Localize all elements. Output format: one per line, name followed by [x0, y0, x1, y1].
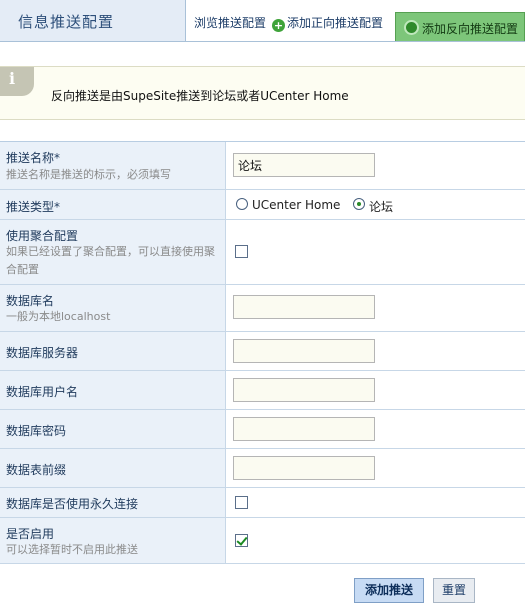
enabled-checkbox[interactable] [235, 534, 248, 547]
info-icon: i [0, 67, 34, 96]
tab-add-forward-label: 添加正向推送配置 [287, 16, 384, 30]
radio-ucenter-home-label: UCenter Home [252, 198, 341, 212]
row-use-aggregate: 使用聚合配置 如果已经设置了聚合配置，可以直接使用聚合配置 [0, 220, 525, 285]
tab-add-reverse-label: 添加反向推送配置 [422, 22, 519, 36]
input-cell: UCenter Home 论坛 [226, 190, 525, 219]
label-cell: 数据库服务器 [0, 332, 226, 370]
table-prefix-label: 数据表前缀 [6, 463, 67, 477]
label-cell: 数据库密码 [0, 410, 226, 448]
input-cell [226, 285, 525, 331]
header-title-box: 信息推送配置 [0, 0, 186, 41]
db-password-label: 数据库密码 [6, 424, 67, 438]
db-name-input[interactable] [233, 295, 375, 319]
label-cell: 数据表前缀 [0, 449, 226, 487]
input-cell [226, 332, 525, 370]
row-db-name: 数据库名 一般为本地localhost [0, 285, 525, 332]
tab-browse-config[interactable]: 浏览推送配置 [194, 14, 266, 31]
db-user-label: 数据库用户名 [6, 385, 79, 399]
push-name-input[interactable] [233, 153, 375, 177]
enabled-desc: 可以选择暂时不启用此推送 [6, 543, 138, 556]
reset-button[interactable]: 重置 [433, 578, 475, 603]
row-db-server: 数据库服务器 [0, 332, 525, 371]
input-cell [226, 142, 525, 189]
tab-add-reverse-config[interactable]: 添加反向推送配置 [395, 12, 525, 41]
page-header: 信息推送配置 浏览推送配置 + 添加正向推送配置 添加反向推送配置 [0, 0, 525, 42]
label-cell: 推送名称* 推送名称是推送的标示，必须填写 [0, 142, 226, 189]
push-config-form: 推送名称* 推送名称是推送的标示，必须填写 推送类型* UCenter Home… [0, 141, 525, 564]
radio-forum-label: 论坛 [369, 200, 394, 214]
row-push-type: 推送类型* UCenter Home 论坛 [0, 190, 525, 220]
label-cell: 数据库是否使用永久连接 [0, 488, 226, 517]
push-type-label: 推送类型* [6, 200, 61, 214]
add-reverse-icon [404, 20, 419, 35]
db-name-desc: 一般为本地localhost [6, 310, 111, 323]
input-cell [226, 518, 525, 563]
add-push-button[interactable]: 添加推送 [354, 578, 424, 603]
info-box: i 反向推送是由SupeSite推送到论坛或者UCenter Home [0, 66, 525, 120]
use-aggregate-desc: 如果已经设置了聚合配置，可以直接使用聚合配置 [6, 245, 215, 276]
label-cell: 是否启用 可以选择暂时不启用此推送 [0, 518, 226, 563]
row-persistent-connection: 数据库是否使用永久连接 [0, 488, 525, 518]
db-server-label: 数据库服务器 [6, 346, 79, 360]
row-enabled: 是否启用 可以选择暂时不启用此推送 [0, 518, 525, 564]
persistent-connection-label: 数据库是否使用永久连接 [6, 497, 139, 511]
row-db-password: 数据库密码 [0, 410, 525, 449]
push-name-desc: 推送名称是推送的标示，必须填写 [6, 168, 171, 181]
row-push-name: 推送名称* 推送名称是推送的标示，必须填写 [0, 142, 525, 190]
label-cell: 数据库用户名 [0, 371, 226, 409]
row-db-user: 数据库用户名 [0, 371, 525, 410]
enabled-label: 是否启用 [6, 527, 55, 541]
db-server-input[interactable] [233, 339, 375, 363]
push-name-label: 推送名称* [6, 151, 61, 165]
add-circle-icon: + [272, 19, 285, 32]
label-cell: 推送类型* [0, 190, 226, 219]
db-name-label: 数据库名 [6, 294, 55, 308]
input-cell [226, 220, 525, 284]
table-prefix-input[interactable] [233, 456, 375, 480]
label-cell: 使用聚合配置 如果已经设置了聚合配置，可以直接使用聚合配置 [0, 220, 226, 284]
use-aggregate-checkbox[interactable] [235, 245, 248, 258]
input-cell [226, 449, 525, 487]
input-cell [226, 410, 525, 448]
input-cell [226, 488, 525, 517]
db-password-input[interactable] [233, 417, 375, 441]
label-cell: 数据库名 一般为本地localhost [0, 285, 226, 331]
db-user-input[interactable] [233, 378, 375, 402]
input-cell [226, 371, 525, 409]
page-title: 信息推送配置 [18, 13, 115, 31]
radio-ucenter-home[interactable] [236, 198, 248, 210]
row-table-prefix: 数据表前缀 [0, 449, 525, 488]
persistent-connection-checkbox[interactable] [235, 496, 248, 509]
use-aggregate-label: 使用聚合配置 [6, 229, 79, 243]
info-message: 反向推送是由SupeSite推送到论坛或者UCenter Home [51, 89, 349, 103]
radio-forum[interactable] [353, 198, 365, 210]
tab-add-forward-config[interactable]: + 添加正向推送配置 [272, 14, 383, 32]
